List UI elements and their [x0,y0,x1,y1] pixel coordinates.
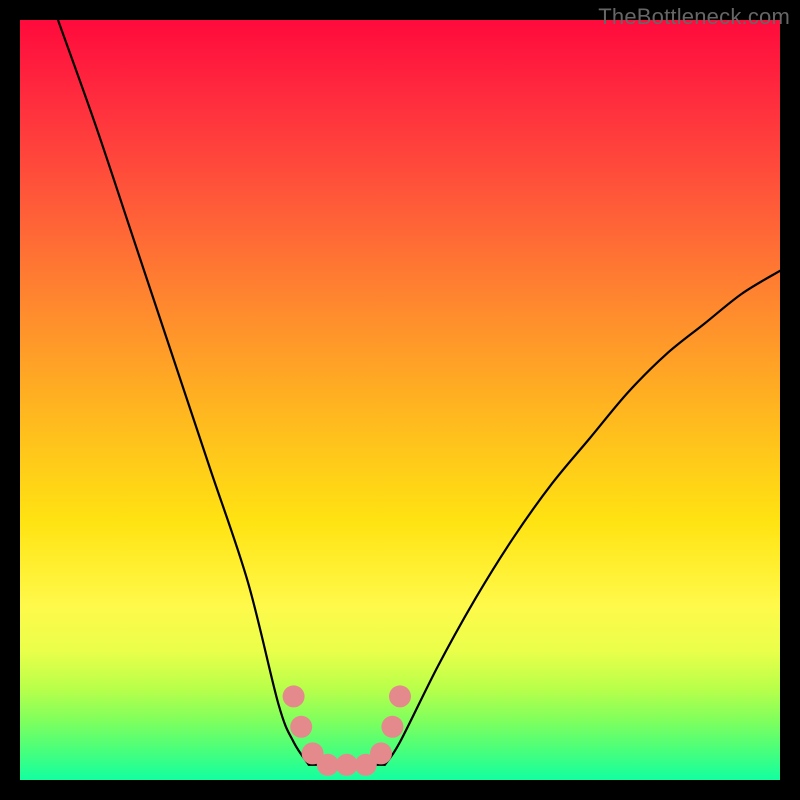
reference-marker [381,716,403,738]
reference-markers [283,685,411,775]
plot-overlay [20,20,780,780]
reference-marker [336,754,358,776]
plot-area [20,20,780,780]
reference-marker [290,716,312,738]
reference-marker [389,685,411,707]
reference-marker [370,742,392,764]
chart-container: TheBottleneck.com [0,0,800,800]
curve-left [58,20,309,765]
reference-marker [283,685,305,707]
reference-marker [317,754,339,776]
watermark-label: TheBottleneck.com [598,4,790,30]
curve-right [385,271,780,765]
